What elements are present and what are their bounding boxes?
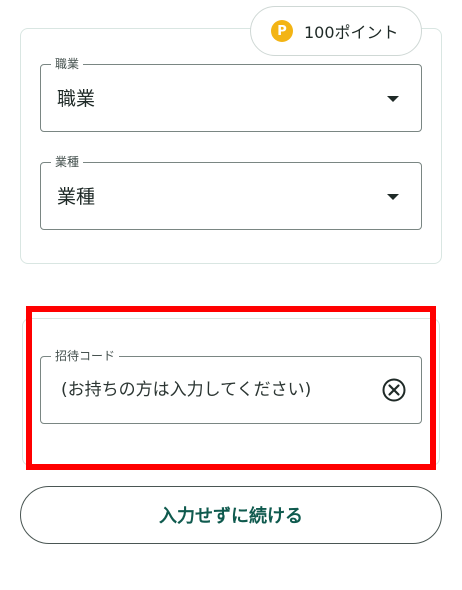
job-select-value: 職業 — [57, 88, 96, 110]
chevron-down-icon — [387, 96, 399, 102]
invite-code-input[interactable]: 招待コード (お持ちの方は入力してください) — [40, 348, 422, 424]
points-label: 100ポイント — [304, 23, 399, 42]
job-select-legend: 職業 — [51, 56, 84, 72]
industry-select-value: 業種 — [57, 186, 96, 208]
points-badge: P 100ポイント — [250, 6, 422, 56]
industry-select-legend: 業種 — [51, 154, 84, 170]
chevron-down-icon — [387, 194, 399, 200]
point-coin-icon: P — [271, 20, 293, 42]
profile-form-screen: P 100ポイント 職業 職業 業種 業種 招待コード (お持ちの方は入力してく… — [0, 0, 462, 590]
invite-code-placeholder: (お持ちの方は入力してください) — [61, 380, 312, 400]
clear-circle-icon[interactable] — [381, 377, 407, 403]
industry-select[interactable]: 業種 業種 — [40, 154, 422, 230]
job-select[interactable]: 職業 職業 — [40, 56, 422, 132]
invite-code-legend: 招待コード — [51, 348, 120, 364]
continue-without-input-button[interactable]: 入力せずに続ける — [20, 486, 442, 544]
